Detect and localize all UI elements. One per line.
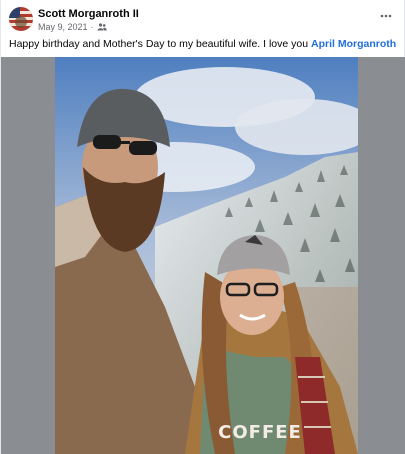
- more-options-icon[interactable]: [376, 8, 396, 24]
- shirt-print-text: COFFEE: [218, 421, 302, 443]
- author-avatar[interactable]: [9, 7, 33, 31]
- post-date[interactable]: May 9, 2021: [38, 22, 88, 32]
- tagged-mention-link[interactable]: April Morganroth: [311, 38, 396, 50]
- facebook-post: Scott Morganroth II May 9, 2021 · Happy …: [0, 0, 405, 454]
- caption-text: Happy birthday and Mother's Day to my be…: [9, 38, 311, 50]
- post-caption: Happy birthday and Mother's Day to my be…: [9, 38, 396, 50]
- post-photo[interactable]: COFFEE: [55, 57, 358, 454]
- post-media[interactable]: COFFEE: [1, 57, 405, 454]
- meta-separator: ·: [90, 22, 94, 32]
- post-header: Scott Morganroth II May 9, 2021 ·: [1, 0, 405, 36]
- author-name[interactable]: Scott Morganroth II: [38, 8, 139, 20]
- friends-icon[interactable]: [97, 23, 107, 31]
- post-meta: May 9, 2021 ·: [38, 22, 107, 32]
